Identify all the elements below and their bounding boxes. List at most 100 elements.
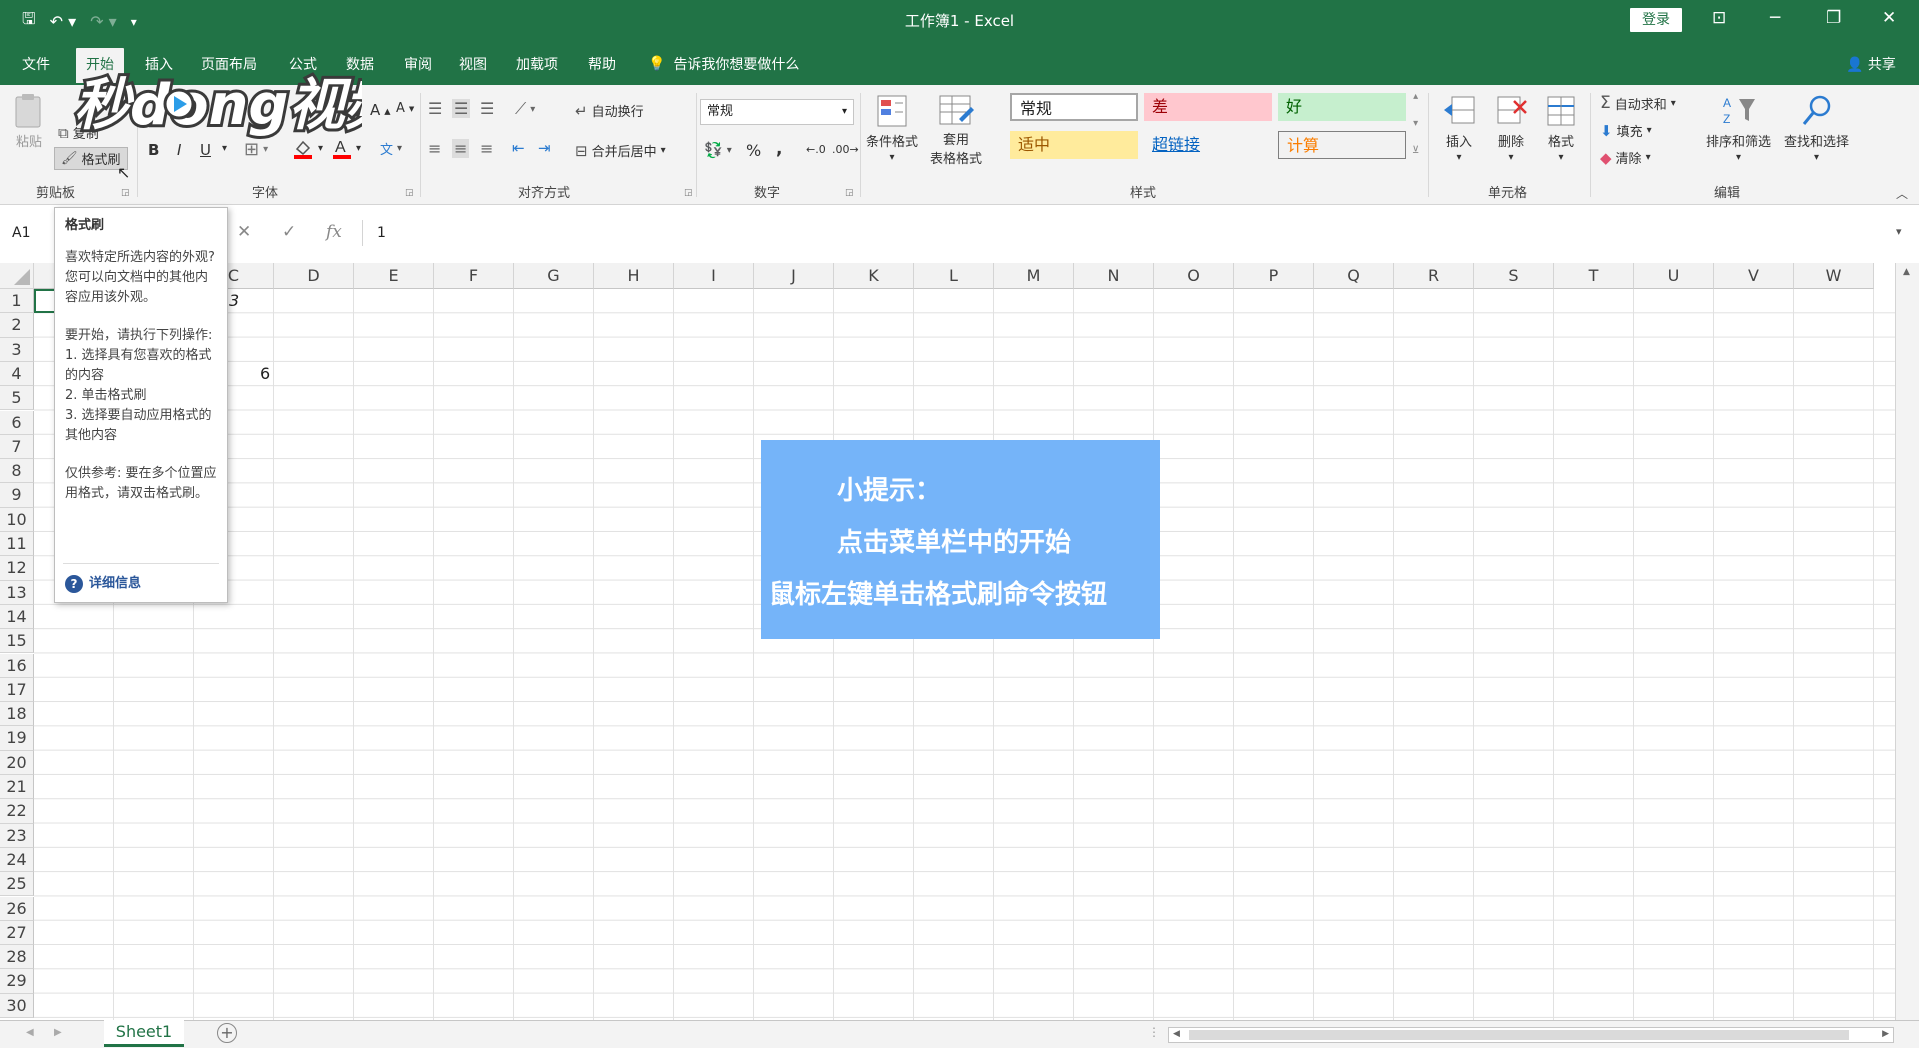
row-header-30[interactable]: 30: [0, 993, 34, 1018]
format-as-table-button[interactable]: 套用 表格格式: [930, 93, 982, 167]
share-button[interactable]: 👤 共享: [1846, 54, 1896, 74]
formula-input[interactable]: 1: [362, 220, 1902, 246]
underline-dropdown-icon[interactable]: ▾: [222, 143, 227, 154]
row-header-1[interactable]: 1: [0, 289, 34, 314]
column-header-k[interactable]: K: [834, 263, 914, 289]
increase-indent-icon[interactable]: ⇥: [538, 139, 551, 157]
sheet-tab-sheet1[interactable]: Sheet1: [104, 1020, 184, 1047]
find-select-button[interactable]: 查找和选择 ▾: [1784, 93, 1849, 163]
italic-button[interactable]: I: [177, 141, 181, 159]
row-header-11[interactable]: 11: [0, 532, 34, 557]
row-header-7[interactable]: 7: [0, 434, 34, 460]
row-header-14[interactable]: 14: [0, 604, 34, 630]
column-header-q[interactable]: Q: [1314, 263, 1394, 289]
row-header-18[interactable]: 18: [0, 702, 34, 727]
scroll-right-icon[interactable]: ▶: [1882, 1029, 1889, 1039]
cell-area[interactable]: [34, 289, 1895, 1020]
autosum-button[interactable]: Σ 自动求和 ▾: [1600, 93, 1676, 113]
clipboard-launcher-icon[interactable]: ◲: [121, 188, 130, 198]
percent-button[interactable]: %: [746, 141, 761, 160]
column-header-s[interactable]: S: [1474, 263, 1554, 289]
column-header-e[interactable]: E: [354, 263, 434, 289]
style-calculation[interactable]: 计算: [1278, 131, 1406, 159]
tell-me-more-link[interactable]: ? 详细信息: [65, 574, 141, 594]
tab-addins[interactable]: 加载项: [516, 54, 558, 74]
style-good[interactable]: 好: [1278, 93, 1406, 121]
clear-button[interactable]: ◆ 清除 ▾: [1600, 148, 1651, 168]
row-header-28[interactable]: 28: [0, 945, 34, 970]
align-middle-icon[interactable]: ☰: [452, 99, 471, 118]
gallery-scroll-icon[interactable]: ▴ ▾ ⊻: [1412, 91, 1419, 156]
restore-icon[interactable]: ❐: [1826, 8, 1841, 28]
tab-file[interactable]: 文件: [22, 54, 50, 74]
underline-button[interactable]: U: [200, 141, 211, 159]
bold-button[interactable]: B: [148, 141, 159, 159]
align-top-icon[interactable]: ☰: [428, 99, 442, 118]
row-header-15[interactable]: 15: [0, 629, 34, 654]
row-header-21[interactable]: 21: [0, 775, 34, 800]
row-header-6[interactable]: 6: [0, 410, 34, 435]
merge-center-button[interactable]: ⊟ 合并后居中 ▾: [575, 141, 666, 161]
row-header-5[interactable]: 5: [0, 386, 34, 411]
column-header-v[interactable]: V: [1714, 263, 1794, 289]
style-normal[interactable]: 常规: [1010, 93, 1138, 121]
shrink-font-icon[interactable]: A ▾: [396, 101, 414, 116]
wrap-text-button[interactable]: ↵ 自动换行: [575, 101, 644, 121]
grow-font-icon[interactable]: A ▴: [370, 101, 391, 119]
column-header-w[interactable]: W: [1794, 263, 1874, 289]
orientation-icon[interactable]: ⟋ ▾: [515, 99, 535, 119]
style-bad[interactable]: 差: [1144, 93, 1272, 121]
column-header-u[interactable]: U: [1634, 263, 1714, 289]
align-right-icon[interactable]: ≡: [480, 139, 493, 158]
tab-help[interactable]: 帮助: [588, 54, 616, 74]
prev-sheet-icon[interactable]: ◀: [26, 1027, 34, 1038]
align-bottom-icon[interactable]: ☰: [480, 99, 494, 118]
cancel-icon[interactable]: ✕: [237, 222, 251, 242]
insert-cells-button[interactable]: 插入 ▾: [1442, 93, 1476, 163]
select-all-corner[interactable]: [0, 263, 34, 289]
column-header-g[interactable]: G: [514, 263, 594, 289]
column-header-t[interactable]: T: [1554, 263, 1634, 289]
ribbon-display-icon[interactable]: ⊡: [1712, 8, 1726, 28]
align-left-icon[interactable]: ≡: [428, 139, 441, 158]
border-icon[interactable]: ⊞ ▾: [244, 139, 268, 160]
column-header-j[interactable]: J: [754, 263, 834, 289]
decrease-indent-icon[interactable]: ⇤: [512, 139, 525, 157]
column-header-f[interactable]: F: [434, 263, 514, 289]
add-sheet-icon[interactable]: +: [217, 1023, 237, 1043]
collapse-ribbon-icon[interactable]: ︿: [1896, 185, 1908, 202]
delete-cells-button[interactable]: 删除 ▾: [1494, 93, 1528, 163]
row-header-25[interactable]: 25: [0, 872, 34, 897]
next-sheet-icon[interactable]: ▶: [54, 1027, 62, 1038]
tab-split-handle[interactable]: ⋮: [1148, 1025, 1160, 1039]
close-icon[interactable]: ✕: [1882, 8, 1896, 28]
style-hyperlink[interactable]: 超链接: [1144, 131, 1272, 159]
minimize-icon[interactable]: ─: [1770, 8, 1780, 28]
row-header-13[interactable]: 13: [0, 580, 34, 605]
number-format-select[interactable]: 常规 ▾: [700, 99, 854, 125]
login-button[interactable]: 登录: [1630, 8, 1682, 32]
tell-me-search[interactable]: 💡 告诉我你想要做什么: [648, 54, 799, 74]
tab-view[interactable]: 视图: [459, 54, 487, 74]
format-cells-button[interactable]: 格式 ▾: [1544, 93, 1578, 163]
row-header-17[interactable]: 17: [0, 677, 34, 703]
phonetic-icon[interactable]: 文 ▾: [380, 139, 402, 158]
column-header-p[interactable]: P: [1234, 263, 1314, 289]
enter-icon[interactable]: ✓: [282, 222, 296, 242]
row-header-3[interactable]: 3: [0, 337, 34, 362]
expand-formula-icon[interactable]: ▾: [1896, 225, 1902, 238]
scroll-up-icon[interactable]: ▲: [1903, 267, 1910, 277]
row-header-20[interactable]: 20: [0, 750, 34, 775]
column-header-m[interactable]: M: [994, 263, 1074, 289]
cell-c4[interactable]: 6: [260, 364, 270, 383]
tab-review[interactable]: 审阅: [404, 54, 432, 74]
comma-button[interactable]: ,: [776, 139, 782, 159]
vertical-scrollbar[interactable]: ▲: [1895, 263, 1919, 1020]
row-header-26[interactable]: 26: [0, 896, 34, 921]
column-header-h[interactable]: H: [594, 263, 674, 289]
number-launcher-icon[interactable]: ◲: [845, 188, 854, 198]
column-header-r[interactable]: R: [1394, 263, 1474, 289]
paste-button[interactable]: 粘贴: [12, 93, 46, 150]
column-header-l[interactable]: L: [914, 263, 994, 289]
row-header-24[interactable]: 24: [0, 847, 34, 873]
